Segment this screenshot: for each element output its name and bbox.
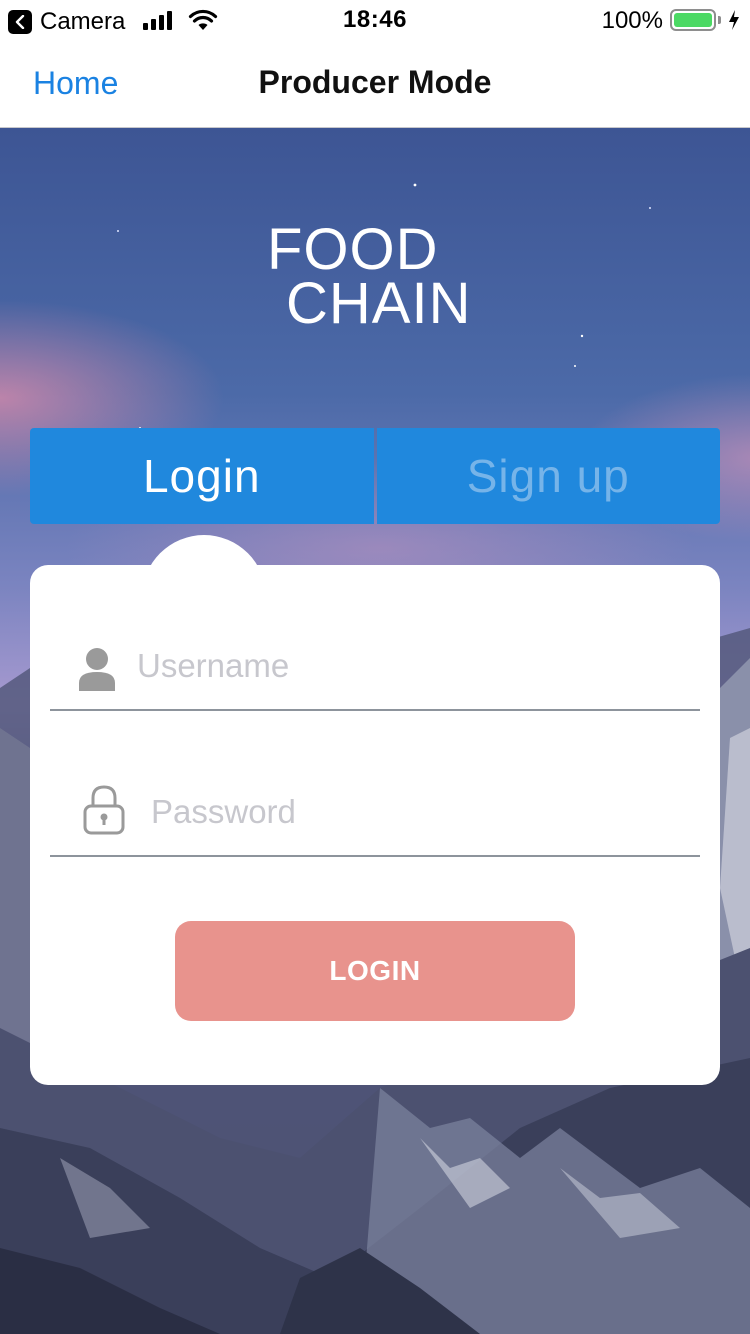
status-bar: Camera 18:46 100% bbox=[0, 0, 750, 40]
password-field[interactable]: Password bbox=[50, 785, 700, 857]
tab-signup[interactable]: Sign up bbox=[376, 428, 720, 524]
password-input[interactable]: Password bbox=[151, 793, 296, 831]
page-title: Producer Mode bbox=[258, 64, 492, 100]
logo-line-1: FOOD bbox=[267, 217, 439, 282]
login-card: Username Password LOGIN bbox=[30, 565, 720, 1085]
username-input[interactable]: Username bbox=[137, 647, 289, 685]
battery-icon bbox=[670, 9, 716, 31]
navigation-bar: Home Producer Mode bbox=[0, 40, 750, 128]
battery-tip bbox=[718, 16, 721, 24]
lock-icon bbox=[83, 785, 125, 835]
person-icon bbox=[79, 648, 115, 691]
tab-login[interactable]: Login bbox=[30, 428, 374, 524]
logo-line-2: CHAIN bbox=[286, 271, 472, 336]
charging-bolt-icon bbox=[729, 10, 739, 30]
auth-tabs: Login Sign up bbox=[30, 428, 720, 524]
username-field[interactable]: Username bbox=[50, 647, 700, 711]
battery-percent: 100% bbox=[601, 7, 663, 34]
login-button[interactable]: LOGIN bbox=[175, 921, 575, 1021]
